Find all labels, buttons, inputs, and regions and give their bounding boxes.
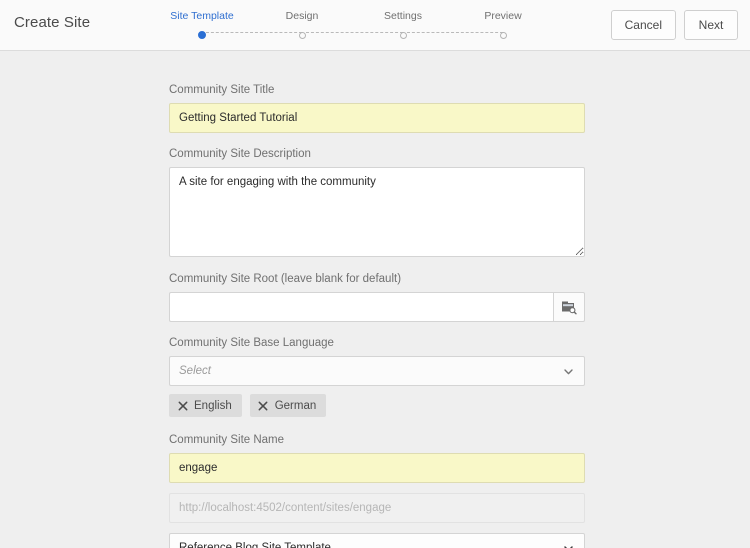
community-site-title-input[interactable] (169, 103, 585, 133)
folder-search-button[interactable] (553, 292, 585, 322)
wizard-body: Community Site Title Community Site Desc… (0, 51, 750, 548)
field-community-site-name: Community Site Name (169, 433, 585, 483)
community-site-root-input[interactable] (169, 292, 553, 322)
site-url-preview: http://localhost:4502/content/sites/enga… (169, 493, 585, 523)
cancel-button[interactable]: Cancel (611, 10, 676, 40)
stepper-dot-icon (500, 32, 507, 39)
base-language-chips: English German (169, 386, 585, 417)
site-url-text: http://localhost:4502/content/sites/enga… (179, 502, 391, 514)
stepper-dot-icon (299, 32, 306, 39)
field-community-site-root: Community Site Root (leave blank for def… (169, 272, 585, 322)
community-site-root-row (169, 292, 585, 322)
community-site-root-label: Community Site Root (leave blank for def… (169, 272, 585, 292)
close-icon[interactable] (176, 399, 189, 412)
stepper-step-preview[interactable]: Preview (443, 10, 563, 42)
spacer (169, 262, 585, 272)
language-chip-german[interactable]: German (250, 394, 327, 417)
language-chip-english[interactable]: English (169, 394, 242, 417)
language-chip-label: English (194, 400, 232, 412)
field-community-site-description: Community Site Description (169, 147, 585, 262)
create-site-form: Community Site Title Community Site Desc… (169, 83, 585, 548)
spacer (169, 322, 585, 336)
base-language-selected-value: Select (170, 365, 211, 377)
field-community-site-title: Community Site Title (169, 83, 585, 133)
community-site-description-textarea[interactable] (169, 167, 585, 257)
community-site-description-label: Community Site Description (169, 147, 585, 167)
spacer (169, 133, 585, 147)
next-button[interactable]: Next (684, 10, 738, 40)
chevron-down-icon (562, 534, 575, 548)
spacer (169, 417, 585, 433)
community-site-name-label: Community Site Name (169, 433, 585, 453)
site-template-select[interactable]: Reference Blog Site Template (169, 533, 585, 548)
community-site-title-label: Community Site Title (169, 83, 585, 103)
close-icon[interactable] (257, 399, 270, 412)
chevron-down-icon (562, 357, 575, 385)
wizard-stepper: Site Template Design Settings Preview (152, 10, 554, 44)
community-site-base-language-label: Community Site Base Language (169, 336, 585, 356)
folder-search-icon (561, 299, 577, 315)
header-actions: Cancel Next (611, 10, 738, 40)
spacer (169, 483, 585, 493)
app-header: Create Site Site Template Design Setting… (0, 0, 750, 51)
stepper-dot-icon (400, 32, 407, 39)
field-community-site-base-language: Community Site Base Language Select (169, 336, 585, 417)
stepper-dot-active-icon (198, 31, 206, 39)
community-site-name-input[interactable] (169, 453, 585, 483)
spacer (169, 523, 585, 533)
community-site-base-language-select[interactable]: Select (169, 356, 585, 386)
stepper-step-label: Preview (443, 10, 563, 23)
page-title: Create Site (14, 14, 90, 31)
site-template-selected-value: Reference Blog Site Template (170, 542, 331, 548)
language-chip-label: German (275, 400, 317, 412)
stepper-dot-wrap (443, 28, 563, 42)
